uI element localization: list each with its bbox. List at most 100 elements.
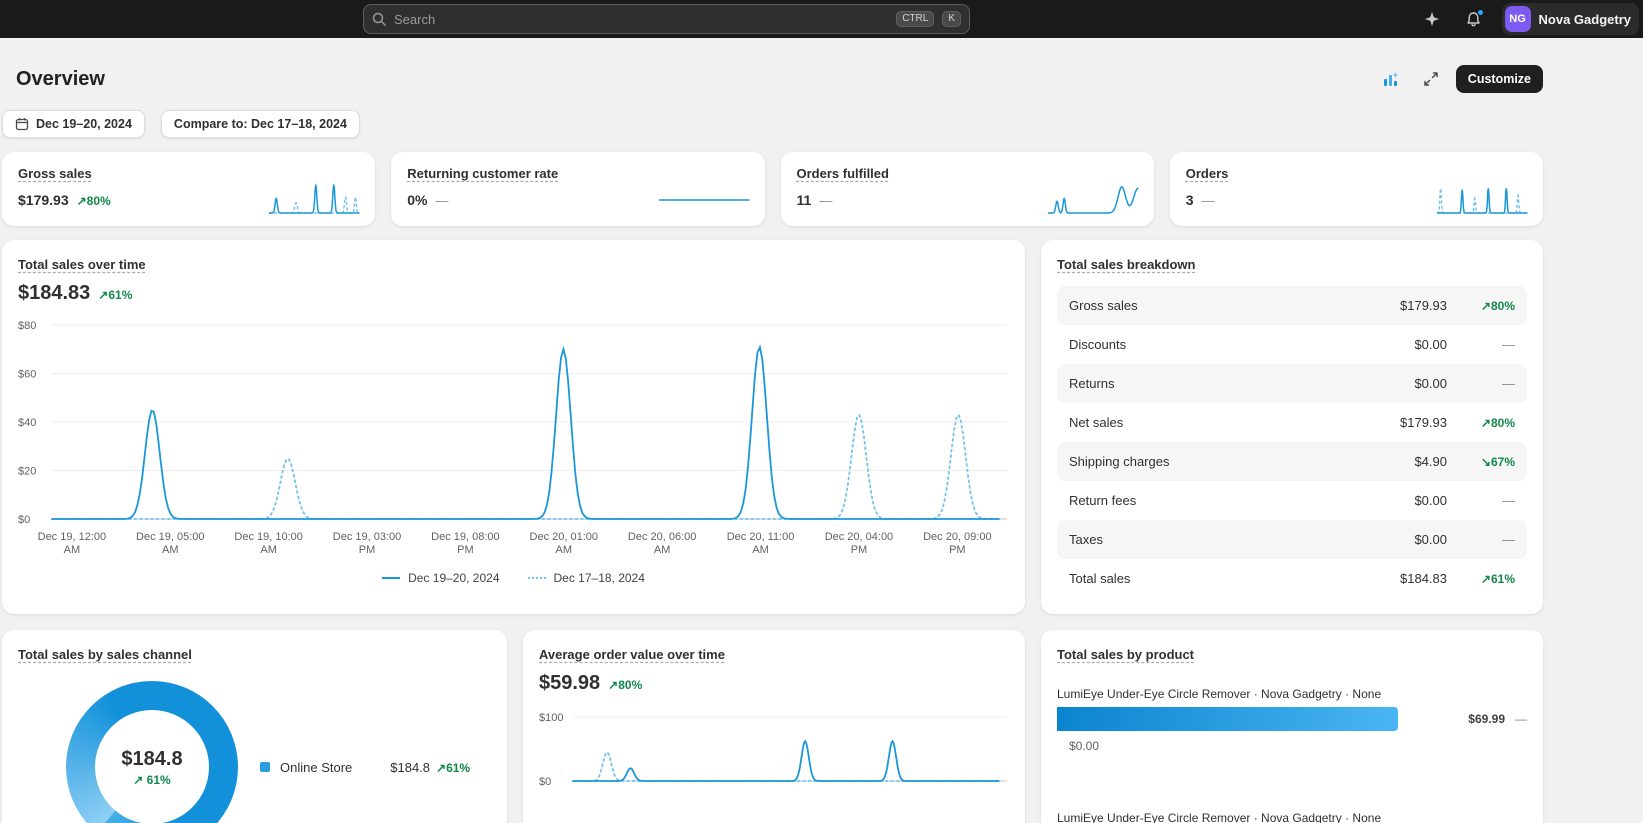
- date-range-label: Dec 19–20, 2024: [36, 117, 132, 131]
- chart-legend: Dec 19–20, 2024 Dec 17–18, 2024: [18, 571, 1009, 585]
- metric-value: 0%: [407, 192, 427, 208]
- topbar-right: NG Nova Gadgetry: [1418, 0, 1643, 38]
- topbar: CTRL K NG Nova Gadgetry: [0, 0, 1643, 38]
- main-row: Total sales over time $184.83 ↗61% $0 $20…: [2, 240, 1543, 614]
- notifications-button[interactable]: [1460, 5, 1488, 33]
- x-axis-label: Dec 20, 09:00 PM: [917, 531, 997, 557]
- chart-delta: ↗61%: [98, 288, 132, 302]
- total-sales-over-time-card: Total sales over time $184.83 ↗61% $0 $20…: [2, 240, 1025, 614]
- metric-title[interactable]: Gross sales: [18, 166, 92, 181]
- metric-title[interactable]: Orders fulfilled: [797, 166, 889, 181]
- metric-card-returning-rate: Returning customer rate 0% —: [391, 152, 764, 226]
- solid-line-swatch: [382, 577, 400, 579]
- x-axis-label: Dec 19, 03:00 PM: [327, 531, 407, 557]
- metric-delta: ↗80%: [77, 194, 111, 208]
- breakdown-title[interactable]: Total sales breakdown: [1057, 257, 1195, 272]
- product-bar-value: $69.99: [1468, 712, 1505, 726]
- store-name: Nova Gadgetry: [1539, 12, 1631, 27]
- y-axis-label: $100: [539, 712, 563, 724]
- table-row: Taxes$0.00—: [1057, 520, 1527, 559]
- bar-track: [1057, 707, 1458, 731]
- x-axis-label: Dec 19, 05:00 AM: [130, 531, 210, 557]
- product-bar: [1057, 707, 1398, 731]
- table-row: Returns$0.00—: [1057, 364, 1527, 403]
- metric-card-orders-fulfilled: Orders fulfilled 11 —: [781, 152, 1154, 226]
- metric-value: $179.93: [18, 192, 69, 208]
- products-title[interactable]: Total sales by product: [1057, 647, 1194, 662]
- filter-row: Dec 19–20, 2024 Compare to: Dec 17–18, 2…: [2, 110, 1543, 138]
- metric-card-orders: Orders 3 —: [1170, 152, 1543, 226]
- compare-label: Compare to: Dec 17–18, 2024: [174, 117, 347, 131]
- x-axis-labels: Dec 19, 12:00 AM Dec 19, 05:00 AM Dec 19, …: [18, 525, 1009, 557]
- chart-value: $184.83: [18, 282, 90, 305]
- compare-button[interactable]: Compare to: Dec 17–18, 2024: [161, 110, 360, 138]
- y-axis-label: $80: [18, 320, 36, 332]
- aov-delta: ↗80%: [608, 678, 642, 692]
- legend-item-current: Dec 19–20, 2024: [382, 571, 499, 585]
- page-title: Overview: [16, 68, 105, 91]
- table-row: Return fees$0.00—: [1057, 481, 1527, 520]
- sidekick-button[interactable]: [1418, 5, 1446, 33]
- sidekick-icon: [1423, 10, 1441, 28]
- total-sales-breakdown-card: Total sales breakdown Gross sales$179.93…: [1041, 240, 1543, 614]
- chart-canvas: [269, 180, 361, 216]
- table-row: Discounts$0.00—: [1057, 325, 1527, 364]
- channel-delta: ↗61%: [436, 761, 470, 775]
- notification-dot: [1477, 9, 1484, 16]
- channel-legend: Online Store $184.8 ↗61%: [260, 760, 470, 775]
- shortcut-k-key: K: [942, 11, 961, 27]
- chart-title[interactable]: Total sales over time: [18, 257, 146, 272]
- page-header: Overview Customize: [2, 58, 1543, 100]
- sales-by-channel-card: Total sales by sales channel $184.8 ↗ 61…: [2, 630, 507, 823]
- average-order-value-card: Average order value over time $59.98 ↗80…: [523, 630, 1025, 823]
- metric-value: 11: [797, 192, 812, 208]
- x-axis-label: Dec 19, 12:00 AM: [32, 531, 112, 557]
- global-search[interactable]: CTRL K: [363, 4, 970, 34]
- store-avatar: NG: [1505, 6, 1531, 32]
- x-axis-label: Dec 20, 06:00 AM: [622, 531, 702, 557]
- sparkline-chart: [659, 180, 751, 216]
- shortcut-ctrl-key: CTRL: [896, 11, 934, 27]
- aov-line-chart: $0 $100: [539, 703, 1009, 787]
- store-switcher[interactable]: NG Nova Gadgetry: [1502, 3, 1639, 35]
- product-label: LumiEye Under-Eye Circle Remover · Nova …: [1057, 811, 1527, 823]
- y-axis-label: $0: [18, 514, 30, 525]
- channel-label: Online Store: [280, 760, 352, 775]
- metric-title[interactable]: Returning customer rate: [407, 166, 558, 181]
- x-axis-label: Dec 20, 04:00 PM: [819, 531, 899, 557]
- chart-canvas: [1437, 180, 1529, 216]
- channel-swatch: [260, 762, 270, 772]
- aov-title[interactable]: Average order value over time: [539, 647, 725, 662]
- legend-item-comparison: Dec 17–18, 2024: [528, 571, 645, 585]
- donut-center-delta: ↗ 61%: [133, 773, 170, 787]
- table-row: Total sales$184.83↗61%: [1057, 559, 1527, 598]
- metric-delta: —: [435, 193, 448, 208]
- metric-title[interactable]: Orders: [1186, 166, 1229, 181]
- date-range-button[interactable]: Dec 19–20, 2024: [2, 110, 145, 138]
- y-axis-label: $0: [539, 776, 551, 787]
- customize-button[interactable]: Customize: [1456, 65, 1543, 93]
- search-icon: [372, 12, 386, 26]
- expand-button[interactable]: [1416, 65, 1446, 93]
- chart-canvas: [1048, 180, 1140, 216]
- insights-button[interactable]: [1376, 65, 1406, 93]
- x-axis-label: Dec 20, 11:00 AM: [721, 531, 801, 557]
- metric-delta: —: [1202, 193, 1215, 208]
- table-row: Shipping charges$4.90↘67%: [1057, 442, 1527, 481]
- sparkline-chart: [1048, 180, 1140, 216]
- total-sales-line-chart: $0$20$40$60$80Dec 19, 12:00 AMDec 19, 05…: [18, 311, 1009, 557]
- calendar-icon: [15, 117, 29, 131]
- product-label: LumiEye Under-Eye Circle Remover · Nova …: [1057, 687, 1527, 701]
- x-axis-label: Dec 19, 08:00 PM: [425, 531, 505, 557]
- dotted-line-swatch: [528, 577, 546, 579]
- metric-value: 3: [1186, 192, 1194, 208]
- x-axis-label: Dec 19, 10:00 AM: [229, 531, 309, 557]
- y-axis-label: $20: [18, 466, 36, 478]
- chart-canvas: $0$20$40$60$80: [18, 311, 1009, 525]
- expand-icon: [1423, 71, 1439, 87]
- search-input[interactable]: [394, 12, 888, 27]
- sales-channel-donut-chart: $184.8 ↗ 61%: [66, 681, 238, 823]
- table-row: Gross sales$179.93↗80%: [1057, 286, 1527, 325]
- table-row: Net sales$179.93↗80%: [1057, 403, 1527, 442]
- channel-title[interactable]: Total sales by sales channel: [18, 647, 192, 662]
